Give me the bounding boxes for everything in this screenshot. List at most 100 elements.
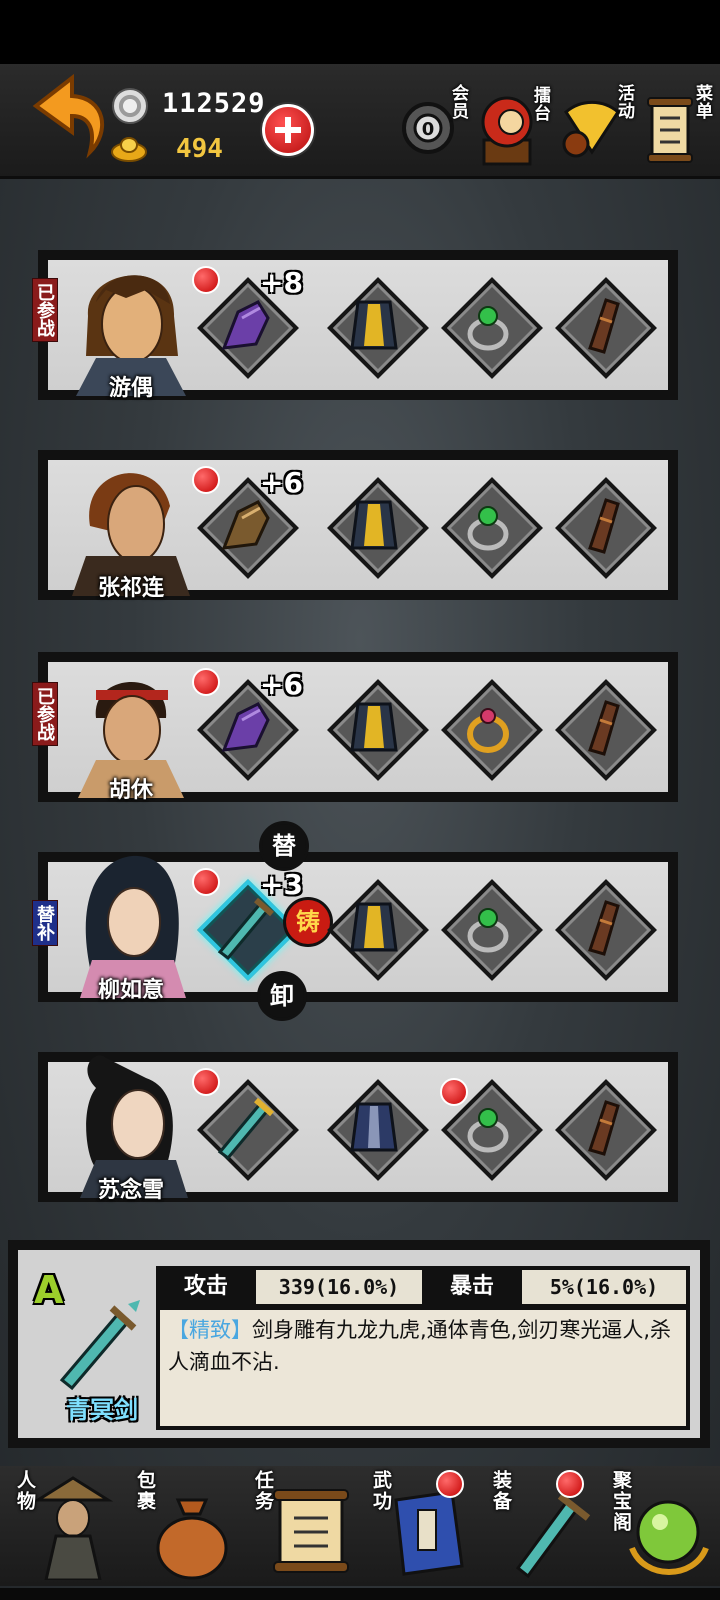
hero-name: 柳如意 bbox=[97, 978, 164, 1003]
character-icon bbox=[32, 1476, 114, 1580]
jade-ring-icon bbox=[467, 506, 509, 551]
jade-ring-icon bbox=[467, 306, 509, 351]
events-label: 活动 bbox=[614, 84, 634, 120]
back-arrow-icon[interactable] bbox=[26, 70, 106, 170]
armor-icon bbox=[350, 300, 398, 350]
ring-slot[interactable] bbox=[441, 679, 543, 781]
nav-treasure-label: 聚宝阁 bbox=[610, 1470, 632, 1533]
gold-amount: 494 bbox=[176, 134, 223, 164]
item-name: 青冥剑 bbox=[66, 1396, 138, 1424]
bottom-edge bbox=[0, 1588, 720, 1600]
replace-button[interactable]: 替 bbox=[262, 824, 306, 868]
menu-label: 菜单 bbox=[692, 84, 712, 120]
svg-text:0: 0 bbox=[422, 119, 435, 140]
nav-treasure-pavilion[interactable]: 聚宝阁 bbox=[604, 1470, 714, 1584]
status-tag: 已参战 bbox=[32, 682, 58, 746]
nav-bag-label: 包裹 bbox=[134, 1470, 156, 1512]
notification-dot bbox=[192, 668, 220, 696]
silver-amount: 112529 bbox=[162, 88, 266, 119]
item-sword-icon bbox=[59, 1300, 140, 1391]
hero-name: 苏念雪 bbox=[97, 1178, 164, 1203]
recharge-button[interactable] bbox=[262, 104, 314, 156]
ring-slot[interactable] bbox=[441, 879, 543, 981]
enhance-level: +8 bbox=[260, 266, 303, 299]
bracer-icon bbox=[588, 900, 620, 956]
hero-row-3: 胡休 +6 bbox=[38, 652, 678, 803]
treasure-orb-icon bbox=[629, 1500, 709, 1575]
forge-button[interactable]: 铸 bbox=[286, 900, 330, 944]
martial-book-icon bbox=[394, 1490, 464, 1576]
equipment-sword-icon bbox=[515, 1493, 591, 1579]
jade-ring-icon bbox=[467, 908, 509, 953]
notification-dot bbox=[192, 266, 220, 294]
nav-equipment[interactable]: 装备 bbox=[484, 1470, 594, 1584]
status-tag: 替补 bbox=[32, 900, 58, 946]
status-bar bbox=[0, 0, 720, 64]
notification-dot bbox=[192, 1068, 220, 1096]
notification-dot bbox=[556, 1470, 584, 1498]
enhance-level: +6 bbox=[260, 466, 303, 499]
armor-icon bbox=[350, 702, 398, 752]
boots-slot[interactable] bbox=[555, 277, 657, 379]
bag-icon bbox=[156, 1498, 228, 1580]
status-tag: 已参战 bbox=[32, 278, 58, 342]
boots-slot[interactable] bbox=[555, 477, 657, 579]
bracer-icon bbox=[588, 700, 620, 756]
nav-bag[interactable]: 包裹 bbox=[128, 1470, 238, 1584]
ring-slot[interactable] bbox=[441, 277, 543, 379]
bracer-icon bbox=[588, 298, 620, 354]
hero-name: 张祁连 bbox=[97, 576, 164, 601]
armor-slot[interactable] bbox=[327, 679, 429, 781]
silver-coin-icon bbox=[112, 88, 148, 124]
item-detail-panel: A 青冥剑 攻击 339(16.0%) 暴击 5%(16.0%) 【精致】剑身雕… bbox=[8, 1240, 710, 1448]
blue-armor-icon bbox=[350, 1102, 398, 1152]
gold-ruby-ring-icon bbox=[467, 708, 509, 753]
events-button[interactable]: 活动 bbox=[562, 82, 634, 168]
armor-slot[interactable] bbox=[327, 477, 429, 579]
hero-row-4: 柳如意 +3 替 铸 卸 bbox=[38, 824, 678, 1018]
armor-slot[interactable] bbox=[327, 1079, 429, 1181]
ring-slot[interactable] bbox=[441, 477, 543, 579]
notification-dot bbox=[192, 868, 220, 896]
nav-martial-arts[interactable]: 武功 bbox=[364, 1470, 474, 1584]
vip-label: 会员 bbox=[448, 84, 468, 120]
boots-slot[interactable] bbox=[555, 1079, 657, 1181]
armor-slot[interactable] bbox=[327, 277, 429, 379]
nav-quest-label: 任务 bbox=[252, 1470, 274, 1512]
crit-value: 5%(16.0%) bbox=[522, 1270, 686, 1304]
armor-slot[interactable] bbox=[327, 879, 429, 981]
boots-slot[interactable] bbox=[555, 879, 657, 981]
notification-dot bbox=[192, 466, 220, 494]
crit-label: 暴击 bbox=[426, 1270, 518, 1304]
armor-icon bbox=[350, 902, 398, 952]
enhance-level: +3 bbox=[260, 868, 303, 901]
hero-row-1: 游偶 +8 bbox=[38, 250, 678, 401]
hero-row-2: 张祁连 +6 bbox=[38, 450, 678, 601]
item-stats: 攻击 339(16.0%) 暴击 5%(16.0%) 【精致】剑身雕有九龙九虎,… bbox=[156, 1266, 690, 1430]
nav-equipment-label: 装备 bbox=[490, 1470, 512, 1512]
nav-quest[interactable]: 任务 bbox=[246, 1470, 356, 1584]
attack-value: 339(16.0%) bbox=[256, 1270, 422, 1304]
item-quality: 【精致】 bbox=[168, 1318, 252, 1342]
bracer-icon bbox=[588, 498, 620, 554]
hero-row-5: 苏念雪 bbox=[38, 1052, 678, 1203]
armor-icon bbox=[350, 500, 398, 550]
menu-button[interactable]: 菜单 bbox=[646, 82, 716, 168]
scroll-menu-icon bbox=[647, 97, 693, 163]
bracer-icon bbox=[588, 1100, 620, 1156]
unequip-button[interactable]: 卸 bbox=[260, 974, 304, 1018]
attack-label: 攻击 bbox=[160, 1270, 252, 1304]
hero-name: 胡休 bbox=[108, 778, 153, 803]
item-description: 【精致】剑身雕有九龙九虎,通体青色,剑刃寒光逼人,杀人滴血不沾. bbox=[160, 1310, 686, 1426]
boots-slot[interactable] bbox=[555, 679, 657, 781]
hero-name: 游偶 bbox=[108, 376, 153, 401]
notification-dot bbox=[436, 1470, 464, 1498]
enhance-level: +6 bbox=[260, 668, 303, 701]
arena-button[interactable]: 擂台 bbox=[480, 82, 550, 168]
gold-ingot-icon bbox=[111, 137, 147, 162]
arena-label: 擂台 bbox=[530, 86, 550, 122]
vip-button[interactable]: 0 会员 bbox=[402, 82, 470, 168]
nav-martial-label: 武功 bbox=[370, 1470, 392, 1512]
nav-character-label: 人物 bbox=[14, 1470, 36, 1512]
nav-character[interactable]: 人物 bbox=[8, 1470, 118, 1584]
